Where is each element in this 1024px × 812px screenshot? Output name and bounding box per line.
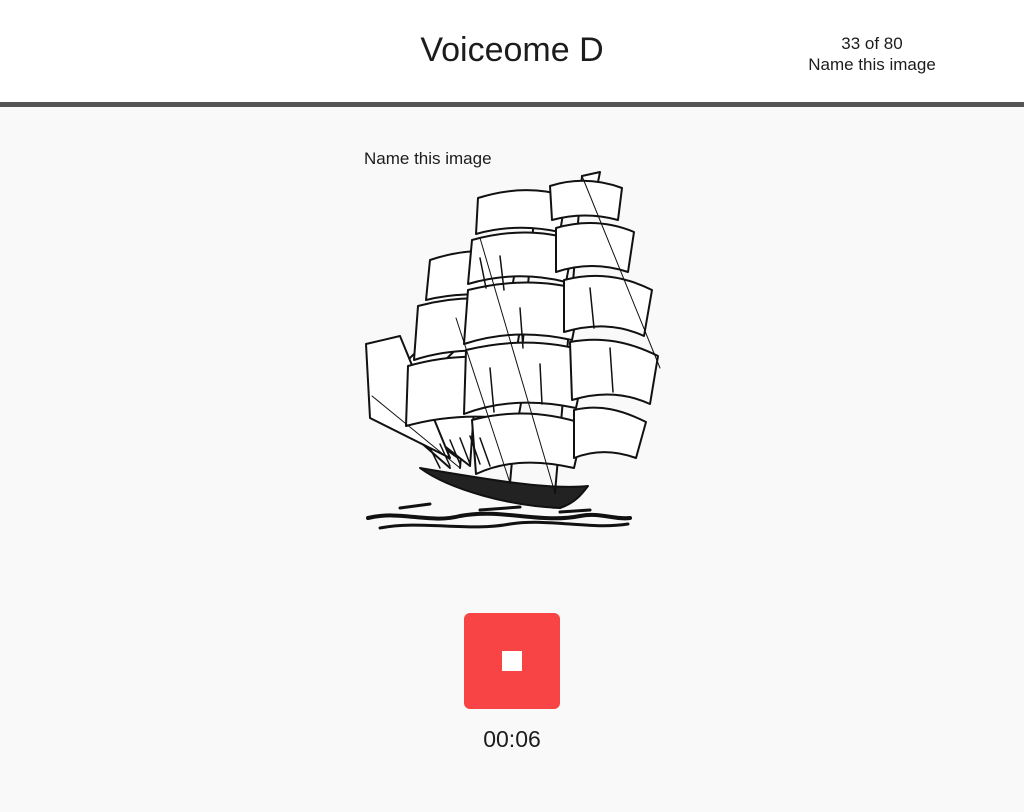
progress-count: 33 of 80 xyxy=(841,34,903,53)
app-header: Voiceome D 33 of 80 Name this image xyxy=(0,0,1024,107)
task-name: Name this image xyxy=(808,55,936,74)
sailing-ship-icon xyxy=(360,168,664,538)
stop-recording-button[interactable] xyxy=(464,613,560,709)
recording-timer: 00:06 xyxy=(483,726,541,752)
stop-icon xyxy=(502,651,522,671)
task-prompt: Name this image xyxy=(364,149,492,168)
task-progress: 33 of 80 Name this image xyxy=(782,33,962,75)
